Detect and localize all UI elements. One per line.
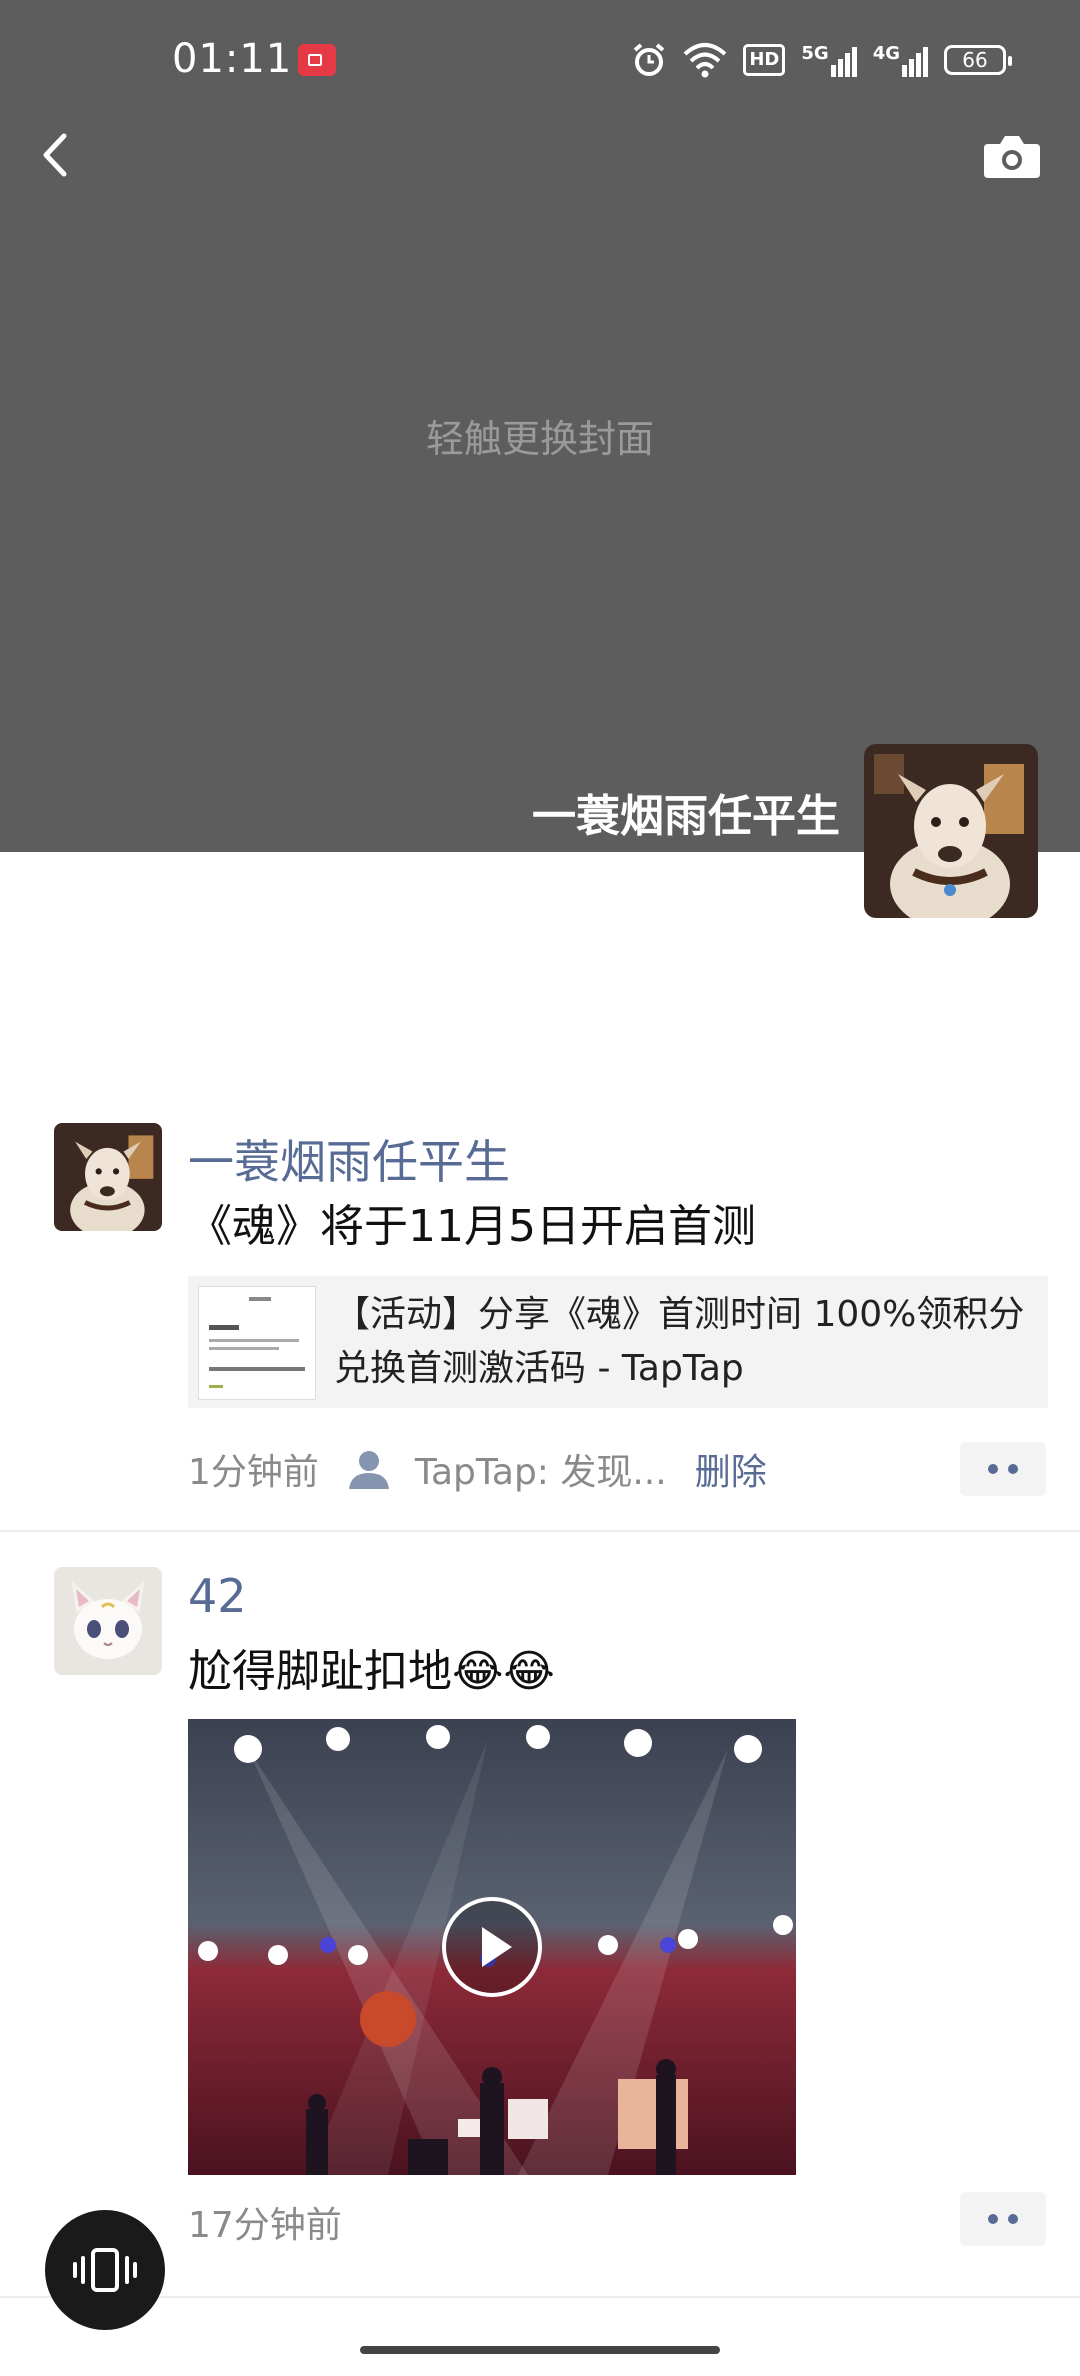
hd-icon: HD (743, 44, 786, 76)
more-button[interactable] (960, 1442, 1046, 1496)
post-author[interactable]: 一蓑烟雨任平生 (188, 1126, 510, 1192)
post-meta: 1分钟前 TapTap: 发现... 删除 (188, 1442, 767, 1496)
post-text: 尬得脚趾扣地😂😂 (188, 1646, 555, 1697)
post-time: 1分钟前 (188, 1452, 319, 1493)
cover-image[interactable]: 轻触更换封面 一蓑烟雨任平生 (0, 0, 1080, 852)
back-arrow-icon[interactable] (30, 120, 80, 190)
status-bar: 01:11 HD 5G 4G 66 (0, 0, 1080, 120)
profile-name: 一蓑烟雨任平生 (532, 791, 840, 842)
post-time: 17分钟前 (188, 2205, 342, 2246)
play-icon[interactable] (440, 1895, 544, 1999)
wifi-icon (684, 43, 727, 78)
post-divider (0, 1530, 1080, 1532)
battery-level: 66 (962, 48, 988, 72)
delete-button[interactable]: 删除 (695, 1443, 767, 1495)
post-meta: 17分钟前 (188, 2195, 342, 2249)
signal-4g-icon: 4G (873, 43, 928, 77)
dot-icon (988, 2214, 998, 2224)
post-text: 《魂》将于11月5日开启首测 (188, 1201, 756, 1252)
floating-phone-button[interactable] (45, 2210, 165, 2330)
person-icon (348, 1451, 389, 1489)
camera-icon[interactable] (982, 130, 1042, 180)
post-avatar[interactable] (54, 1123, 162, 1231)
moment-post: 一蓑烟雨任平生 《魂》将于11月5日开启首测 【活动】分享《魂》首测时间 100… (0, 1120, 1080, 1530)
post-source[interactable]: TapTap: 发现... (415, 1443, 667, 1495)
post-author[interactable]: 42 (188, 1569, 247, 1623)
link-title: 【活动】分享《魂》首测时间 100%领积分兑换首测激活码 - TapTap (334, 1294, 1025, 1389)
link-thumbnail (198, 1286, 316, 1400)
cover-change-hint: 轻触更换封面 (425, 417, 654, 461)
status-icons: HD 5G 4G 66 (631, 38, 1012, 82)
alarm-icon (634, 43, 665, 76)
shared-link-card[interactable]: 【活动】分享《魂》首测时间 100%领积分兑换首测激活码 - TapTap (188, 1276, 1048, 1408)
home-indicator[interactable] (360, 2346, 720, 2354)
profile-avatar[interactable] (864, 744, 1038, 918)
more-button[interactable] (960, 2192, 1046, 2246)
dot-icon (988, 1464, 998, 1474)
video-thumbnail[interactable] (188, 1719, 796, 2175)
phone-vibrate-icon (73, 2248, 137, 2292)
battery-icon: 66 (944, 45, 1012, 75)
dot-icon (1008, 2214, 1018, 2224)
signal-5g-icon: 5G (801, 43, 857, 77)
screen-record-icon (298, 44, 336, 76)
dot-icon (1008, 1464, 1018, 1474)
moment-post: 42 尬得脚趾扣地😂😂 17分钟前 (0, 1565, 1080, 2265)
status-time: 01:11 (172, 36, 293, 82)
post-avatar[interactable] (54, 1567, 162, 1675)
